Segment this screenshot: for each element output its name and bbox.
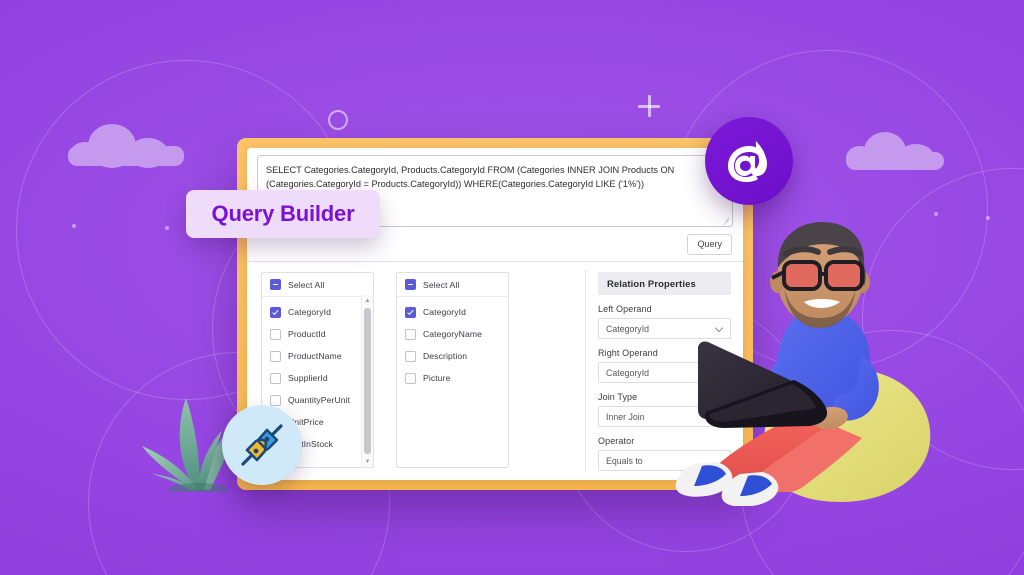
- select-all-row[interactable]: Select All: [397, 273, 508, 297]
- scroll-down-icon[interactable]: ▼: [362, 456, 373, 467]
- field-checkbox[interactable]: [270, 350, 281, 362]
- list-item[interactable]: Description: [405, 345, 501, 367]
- list-item[interactable]: ProductName: [270, 345, 366, 367]
- field-items: CategoryId CategoryName Description Pict…: [397, 297, 508, 389]
- field-label: QuantityPerUnit: [288, 395, 351, 405]
- ring-node-dot: [72, 224, 76, 228]
- field-label: CategoryName: [423, 329, 482, 339]
- query-builder-badge-label: Query Builder: [211, 201, 355, 226]
- character-illustration: [675, 222, 931, 506]
- list-item[interactable]: CategoryName: [405, 323, 501, 345]
- list-item[interactable]: SupplierId: [270, 367, 366, 389]
- select-all-label: Select All: [288, 279, 325, 290]
- blazor-logo-badge: [705, 117, 793, 205]
- field-label: SupplierId: [288, 373, 328, 383]
- list-item[interactable]: CategoryId: [270, 301, 366, 323]
- left-operand-value: CategoryId: [606, 323, 650, 334]
- plug-connector-icon: [241, 424, 283, 466]
- plus-icon: [638, 95, 660, 117]
- field-checkbox[interactable]: [270, 372, 281, 384]
- field-checkbox[interactable]: [270, 394, 281, 406]
- field-checkbox[interactable]: [405, 350, 416, 362]
- poster-canvas: Query Select All CategoryId: [0, 0, 1024, 575]
- field-label: Picture: [423, 373, 451, 383]
- field-label: Description: [423, 351, 468, 361]
- select-all-checkbox[interactable]: [405, 279, 416, 290]
- field-checkbox[interactable]: [270, 328, 281, 340]
- field-label: ProductId: [288, 329, 326, 339]
- list-item[interactable]: ProductId: [270, 323, 366, 345]
- field-checkbox[interactable]: [405, 372, 416, 384]
- field-checkbox[interactable]: [405, 306, 416, 318]
- ring-node-dot: [986, 216, 990, 220]
- field-label: CategoryId: [423, 307, 467, 317]
- glasses-icon: [771, 260, 864, 291]
- cloud-shape: [68, 124, 184, 168]
- list-item[interactable]: Picture: [405, 367, 501, 389]
- field-label: CategoryId: [288, 307, 332, 317]
- list-item[interactable]: CategoryId: [405, 301, 501, 323]
- field-checkbox[interactable]: [270, 306, 281, 318]
- scroll-up-icon[interactable]: ▲: [362, 295, 373, 306]
- right-operand-value: CategoryId: [606, 367, 650, 378]
- circle-outline-icon: [328, 110, 348, 130]
- connector-badge: [222, 405, 302, 485]
- scrollbar-thumb[interactable]: [364, 308, 371, 454]
- list-item[interactable]: QuantityPerUnit: [270, 389, 366, 411]
- select-all-checkbox[interactable]: [270, 279, 281, 290]
- field-label: ProductName: [288, 351, 342, 361]
- ring-node-dot: [165, 226, 169, 230]
- operator-value: Equals to: [606, 455, 643, 466]
- query-builder-badge: Query Builder: [186, 190, 380, 238]
- cloud-shape: [846, 132, 944, 170]
- list-scrollbar[interactable]: ▲ ▼: [361, 295, 373, 467]
- join-type-value: Inner Join: [606, 411, 645, 422]
- select-all-label: Select All: [423, 279, 460, 290]
- blazor-flame-at-icon: [728, 141, 767, 182]
- select-all-row[interactable]: Select All: [262, 273, 373, 297]
- field-list-categories: Select All CategoryId CategoryName Descr…: [396, 272, 509, 468]
- field-checkbox[interactable]: [405, 328, 416, 340]
